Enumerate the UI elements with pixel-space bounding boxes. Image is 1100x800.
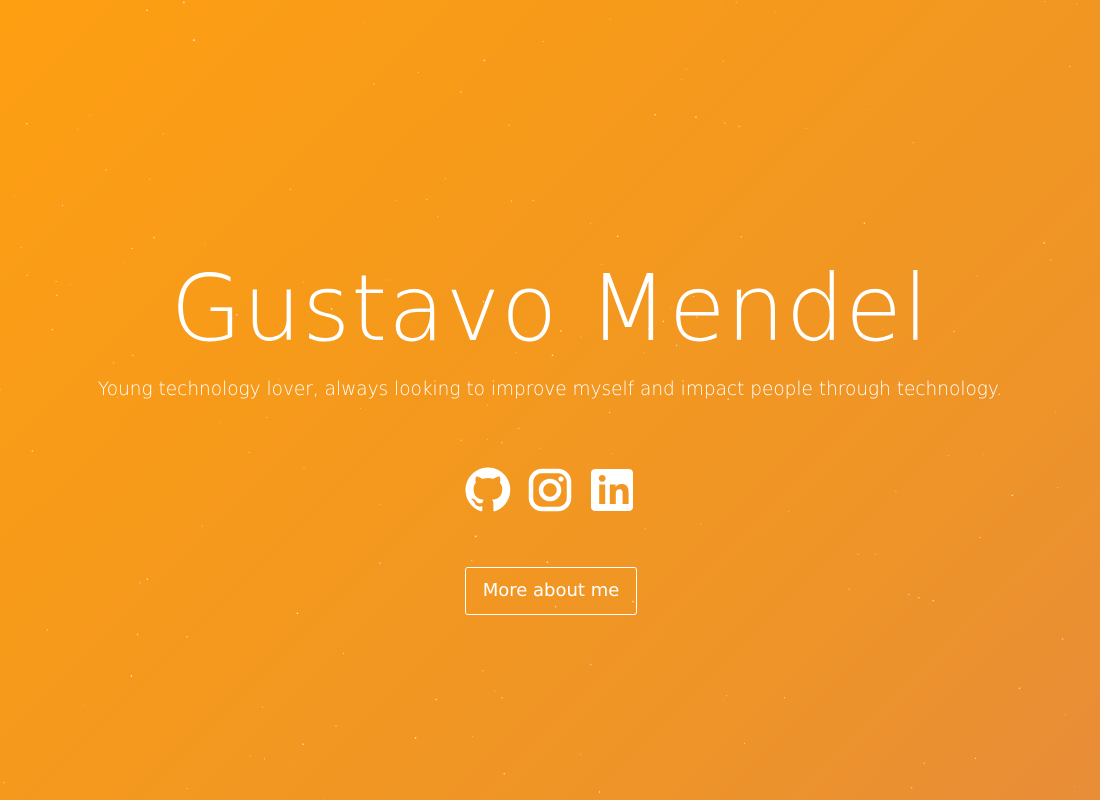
hero-section: Gustavo Mendel Young technology lover, a… xyxy=(0,0,1100,800)
linkedin-link[interactable] xyxy=(588,466,636,514)
hero-name: Gustavo Mendel xyxy=(170,255,930,362)
instagram-icon xyxy=(528,468,572,512)
linkedin-icon xyxy=(591,469,633,511)
github-icon xyxy=(465,467,511,512)
social-links xyxy=(0,466,1100,516)
hero-content: Gustavo Mendel Young technology lover, a… xyxy=(0,0,1100,800)
github-link[interactable] xyxy=(464,466,512,514)
more-about-me-button[interactable]: More about me xyxy=(465,567,637,615)
instagram-link[interactable] xyxy=(526,466,574,514)
hero-tagline: Young technology lover, always looking t… xyxy=(97,379,1003,400)
